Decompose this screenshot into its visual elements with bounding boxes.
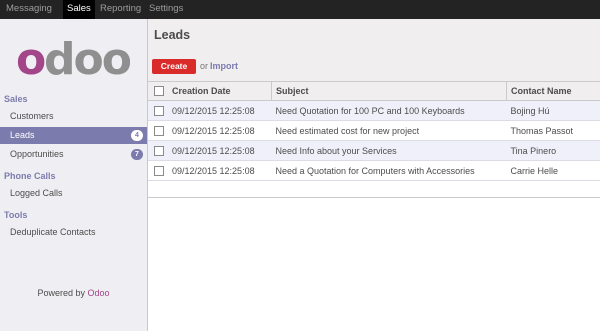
- menu-sales[interactable]: Sales: [63, 0, 95, 19]
- row-checkbox[interactable]: [154, 145, 164, 156]
- row-checkbox-cell[interactable]: [148, 141, 168, 161]
- table-row[interactable]: 09/12/2015 12:25:08 Need Info about your…: [148, 140, 600, 161]
- main-content: Leads Create or Import Creation Date Sub…: [148, 19, 600, 331]
- menu-settings[interactable]: Settings: [145, 0, 187, 19]
- cell-contact-name: Tina Pinero: [510, 145, 557, 156]
- powered-by-text: Powered by: [37, 288, 85, 298]
- powered-by: Powered by Odoo: [0, 288, 147, 298]
- header-select-all[interactable]: [148, 82, 168, 101]
- row-checkbox-cell[interactable]: [148, 161, 168, 181]
- section-title-sales: Sales: [4, 94, 28, 104]
- logo-doo-letters: doo: [44, 39, 130, 85]
- row-checkbox-cell[interactable]: [148, 101, 168, 121]
- sidebar: o doo Sales Customers Leads 4 Opportunit…: [0, 19, 148, 331]
- odoo-logo[interactable]: o doo: [14, 39, 130, 85]
- row-checkbox[interactable]: [154, 105, 164, 116]
- sidebar-item-label: Leads: [10, 130, 35, 140]
- powered-by-link[interactable]: Odoo: [88, 288, 110, 298]
- menu-messaging[interactable]: Messaging: [2, 0, 56, 19]
- sidebar-item-customers[interactable]: Customers: [0, 108, 147, 125]
- row-checkbox[interactable]: [154, 165, 164, 176]
- cell-creation-date: 09/12/2015 12:25:08: [172, 105, 255, 116]
- select-all-checkbox[interactable]: [154, 86, 164, 97]
- control-panel: Leads Create or Import: [148, 19, 600, 82]
- cell-creation-date: 09/12/2015 12:25:08: [172, 165, 255, 176]
- create-button[interactable]: Create: [152, 59, 196, 74]
- sidebar-item-label: Logged Calls: [10, 188, 63, 198]
- column-header-creation-date[interactable]: Creation Date: [168, 82, 272, 101]
- menu-reporting[interactable]: Reporting: [96, 0, 145, 19]
- cell-subject: Need estimated cost for new project: [275, 125, 420, 136]
- section-title-tools: Tools: [4, 210, 28, 220]
- sidebar-item-label: Opportunities: [10, 149, 64, 159]
- sidebar-item-leads[interactable]: Leads 4: [0, 127, 147, 144]
- row-checkbox-cell[interactable]: [148, 121, 168, 141]
- table-row[interactable]: 09/12/2015 12:25:08 Need Quotation for 1…: [148, 100, 600, 121]
- table-row[interactable]: 09/12/2015 12:25:08 Need a Quotation for…: [148, 160, 600, 181]
- logo-o-letter: o: [16, 39, 46, 85]
- cell-contact-name: Thomas Passot: [510, 125, 574, 136]
- cell-contact-name: Carrie Helle: [510, 165, 559, 176]
- sidebar-item-opportunities[interactable]: Opportunities 7: [0, 146, 147, 163]
- cell-creation-date: 09/12/2015 12:25:08: [172, 145, 255, 156]
- count-badge: 4: [131, 130, 143, 141]
- cell-subject: Need Info about your Services: [275, 145, 397, 156]
- cell-creation-date: 09/12/2015 12:25:08: [172, 125, 255, 136]
- sidebar-item-deduplicate-contacts[interactable]: Deduplicate Contacts: [0, 224, 147, 241]
- leads-table: Creation Date Subject Contact Name 09/12…: [148, 82, 600, 181]
- page-title: Leads: [154, 28, 191, 42]
- table-bottom-border: [148, 197, 600, 198]
- count-badge: 7: [131, 149, 143, 160]
- cell-subject: Need a Quotation for Computers with Acce…: [275, 165, 475, 176]
- column-header-subject[interactable]: Subject: [271, 82, 507, 101]
- column-header-contact-name[interactable]: Contact Name: [506, 82, 600, 101]
- cell-contact-name: Bojing Hú: [510, 105, 550, 116]
- sidebar-item-label: Deduplicate Contacts: [10, 227, 96, 237]
- top-menu-bar: Messaging Sales Reporting Settings: [0, 0, 600, 19]
- table-header-row: Creation Date Subject Contact Name: [148, 82, 600, 101]
- row-checkbox[interactable]: [154, 125, 164, 136]
- or-text: or: [200, 61, 209, 71]
- cell-subject: Need Quotation for 100 PC and 100 Keyboa…: [275, 105, 465, 116]
- table-row[interactable]: 09/12/2015 12:25:08 Need estimated cost …: [148, 120, 600, 141]
- section-title-phone-calls: Phone Calls: [4, 171, 56, 181]
- sidebar-item-logged-calls[interactable]: Logged Calls: [0, 185, 147, 202]
- import-link[interactable]: Import: [210, 61, 238, 71]
- sidebar-item-label: Customers: [10, 111, 54, 121]
